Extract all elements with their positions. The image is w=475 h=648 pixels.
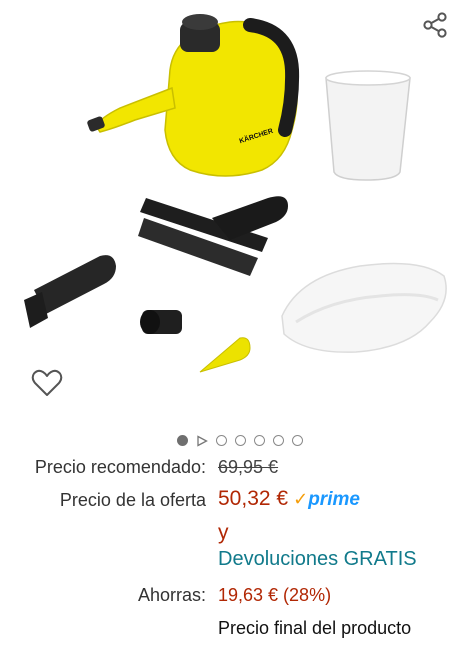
recommended-price-label: Precio recomendado: [34, 457, 206, 477]
savings-label: Ahorras: [137, 585, 206, 605]
play-triangle-icon[interactable] [196, 434, 208, 447]
carousel-dot-active[interactable] [176, 434, 188, 446]
product-image: KÄRCHER [24, 14, 447, 373]
carousel-dot[interactable] [253, 434, 265, 446]
carousel-dot[interactable] [272, 434, 284, 446]
steam-cleaner-body: KÄRCHER [87, 14, 300, 177]
carousel-dot[interactable] [234, 434, 246, 446]
round-brush [140, 310, 182, 334]
offer-price-value: 50,32 € [218, 487, 289, 510]
carousel-indicators [0, 430, 475, 450]
heart-outline-icon[interactable] [30, 366, 64, 400]
angled-nozzle [24, 255, 116, 328]
offer-price-label: Precio de la oferta [59, 490, 206, 510]
carousel-dot[interactable] [215, 434, 227, 446]
recommended-price-value: 69,95 € [218, 457, 279, 477]
carousel-dot[interactable] [291, 434, 303, 446]
product-image-gallery[interactable]: KÄRCHER [0, 0, 475, 420]
share-icon[interactable] [420, 10, 450, 40]
measuring-cup [325, 70, 411, 181]
free-returns-link[interactable]: Devoluciones GRATIS [218, 548, 417, 571]
prime-check-icon: ✓ [293, 489, 309, 509]
final-price-note: Precio final del producto [218, 618, 412, 638]
and-text: y [218, 521, 229, 544]
spot-nozzle [199, 337, 251, 373]
brush-attachment [138, 196, 288, 276]
microfiber-cover [281, 262, 447, 353]
savings-value: 19,63 € (28%) [218, 585, 332, 605]
prime-badge[interactable]: prime [308, 489, 360, 510]
